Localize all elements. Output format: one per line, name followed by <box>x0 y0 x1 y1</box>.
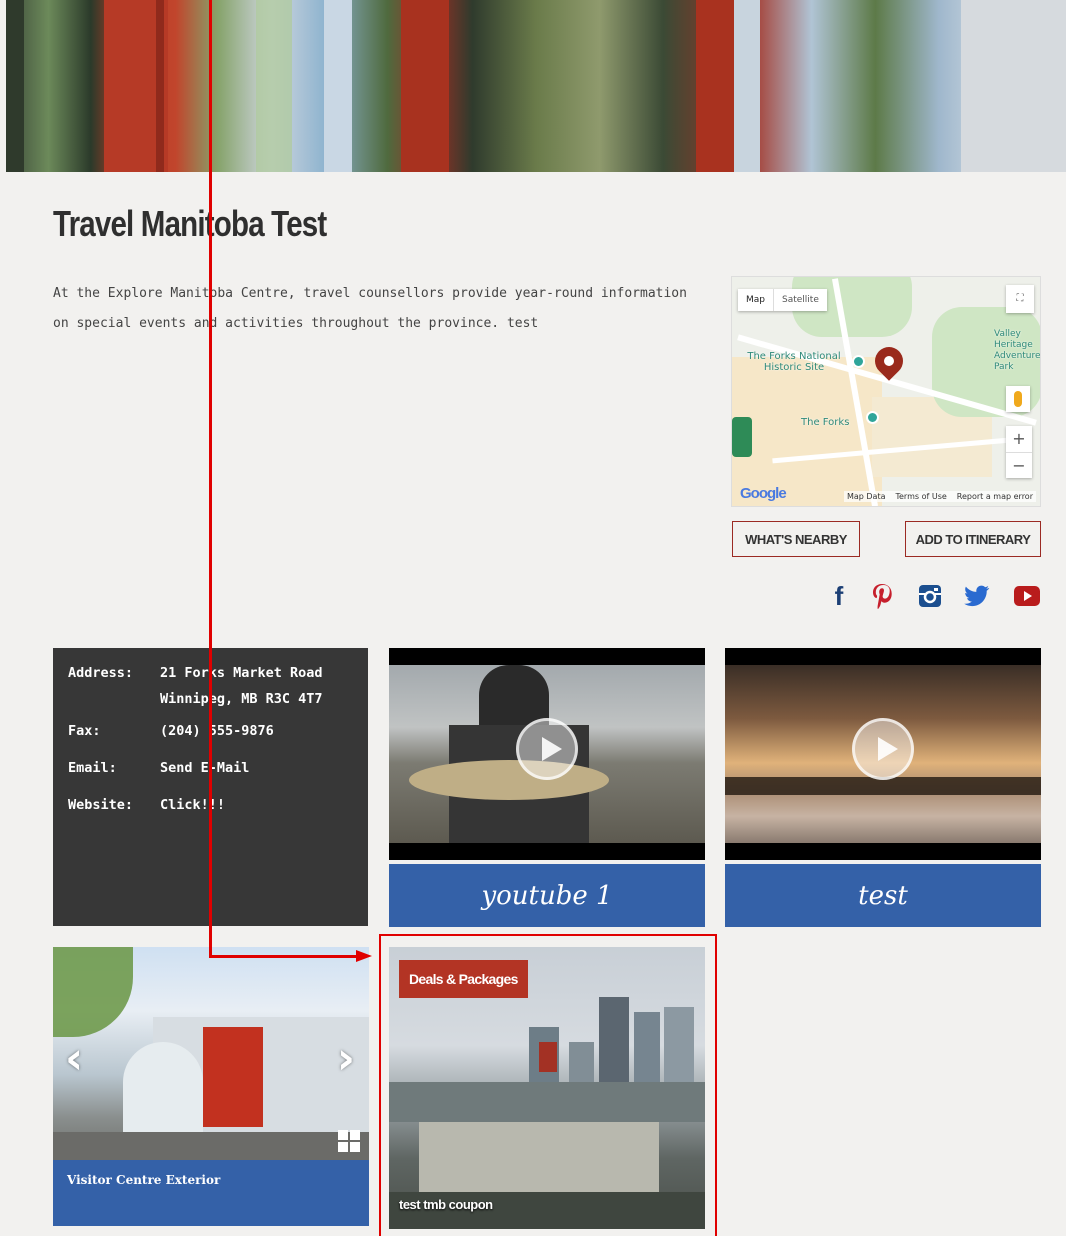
annotation-line-horizontal <box>209 955 359 958</box>
address-label: Address: <box>68 665 134 681</box>
fax-value: (204) 555-9876 <box>160 723 274 739</box>
map-type-map[interactable]: Map <box>738 289 773 311</box>
zoom-in-button[interactable]: + <box>1006 426 1032 452</box>
pinterest-icon[interactable] <box>869 583 895 609</box>
address-line-2: Winnipeg, MB R3C 4T7 <box>160 691 323 707</box>
add-to-itinerary-button[interactable]: ADD TO ITINERARY <box>905 521 1041 557</box>
zoom-out-button[interactable]: − <box>1006 452 1032 478</box>
gallery-prev-button[interactable]: ‹ <box>65 1037 83 1081</box>
deals-packages-badge[interactable]: Deals & Packages <box>399 960 528 998</box>
google-logo: Google <box>740 485 787 502</box>
map-type-control[interactable]: Map Satellite <box>738 289 827 311</box>
twitter-icon[interactable] <box>964 583 990 609</box>
poi-marker-icon[interactable] <box>852 355 865 368</box>
fullscreen-icon[interactable]: ⛶ <box>1006 285 1034 313</box>
video-thumbnail[interactable] <box>725 648 1041 860</box>
map-type-satellite[interactable]: Satellite <box>773 289 827 311</box>
youtube-icon[interactable] <box>1014 583 1040 609</box>
gallery-image[interactable]: ‹ › <box>53 947 369 1160</box>
deal-title[interactable]: test tmb coupon <box>399 1197 493 1212</box>
website-label: Website: <box>68 797 134 813</box>
whats-nearby-button[interactable]: WHAT'S NEARBY <box>732 521 860 557</box>
map-data-link[interactable]: Map Data <box>847 492 886 501</box>
deal-card[interactable]: Deals & Packages test tmb coupon <box>389 947 705 1229</box>
video-title[interactable]: test <box>725 864 1041 927</box>
poi-marker-icon[interactable] <box>866 411 879 424</box>
facebook-icon[interactable]: f <box>826 581 852 611</box>
annotation-line-vertical <box>209 0 212 957</box>
gallery-caption: Visitor Centre Exterior <box>53 1160 369 1226</box>
email-label: Email: <box>68 760 117 776</box>
map-label-park: Valley Heritage Adventure Park <box>994 329 1041 372</box>
address-value: 21 Forks Market Road Winnipeg, MB R3C 4T… <box>160 660 323 712</box>
video-title[interactable]: youtube 1 <box>389 864 705 927</box>
location-map[interactable]: Map Satellite ⛶ The Forks National Histo… <box>731 276 1041 507</box>
map-footer: Map Data Terms of Use Report a map error <box>843 491 1036 502</box>
photo-gallery[interactable]: ‹ › Visitor Centre Exterior <box>53 947 369 1226</box>
map-label-forks: The Forks <box>801 417 850 428</box>
page-description: At the Explore Manitoba Centre, travel c… <box>53 286 687 331</box>
play-button-icon[interactable] <box>516 718 578 780</box>
instagram-icon[interactable] <box>917 583 943 609</box>
play-button-icon[interactable] <box>852 718 914 780</box>
video-thumbnail[interactable] <box>389 648 705 860</box>
gallery-next-button[interactable]: › <box>337 1037 355 1081</box>
video-card[interactable]: youtube 1 <box>389 648 705 927</box>
video-card[interactable]: test <box>725 648 1041 927</box>
zoom-control[interactable]: + − <box>1006 426 1032 478</box>
annotation-arrow-icon <box>356 950 372 962</box>
street-view-pegman-icon[interactable] <box>1006 386 1030 412</box>
page-title: Travel Manitoba Test <box>53 203 327 244</box>
email-link[interactable]: Send E-Mail <box>160 755 249 781</box>
terms-link[interactable]: Terms of Use <box>895 492 946 501</box>
fax-label: Fax: <box>68 723 101 739</box>
address-line-1: 21 Forks Market Road <box>160 665 323 681</box>
website-link[interactable]: Click!!! <box>160 792 225 818</box>
report-error-link[interactable]: Report a map error <box>957 492 1033 501</box>
gallery-grid-icon[interactable] <box>338 1130 360 1152</box>
hero-banner-image <box>6 0 1066 172</box>
map-label-forks-historic: The Forks National Historic Site <box>747 351 841 373</box>
